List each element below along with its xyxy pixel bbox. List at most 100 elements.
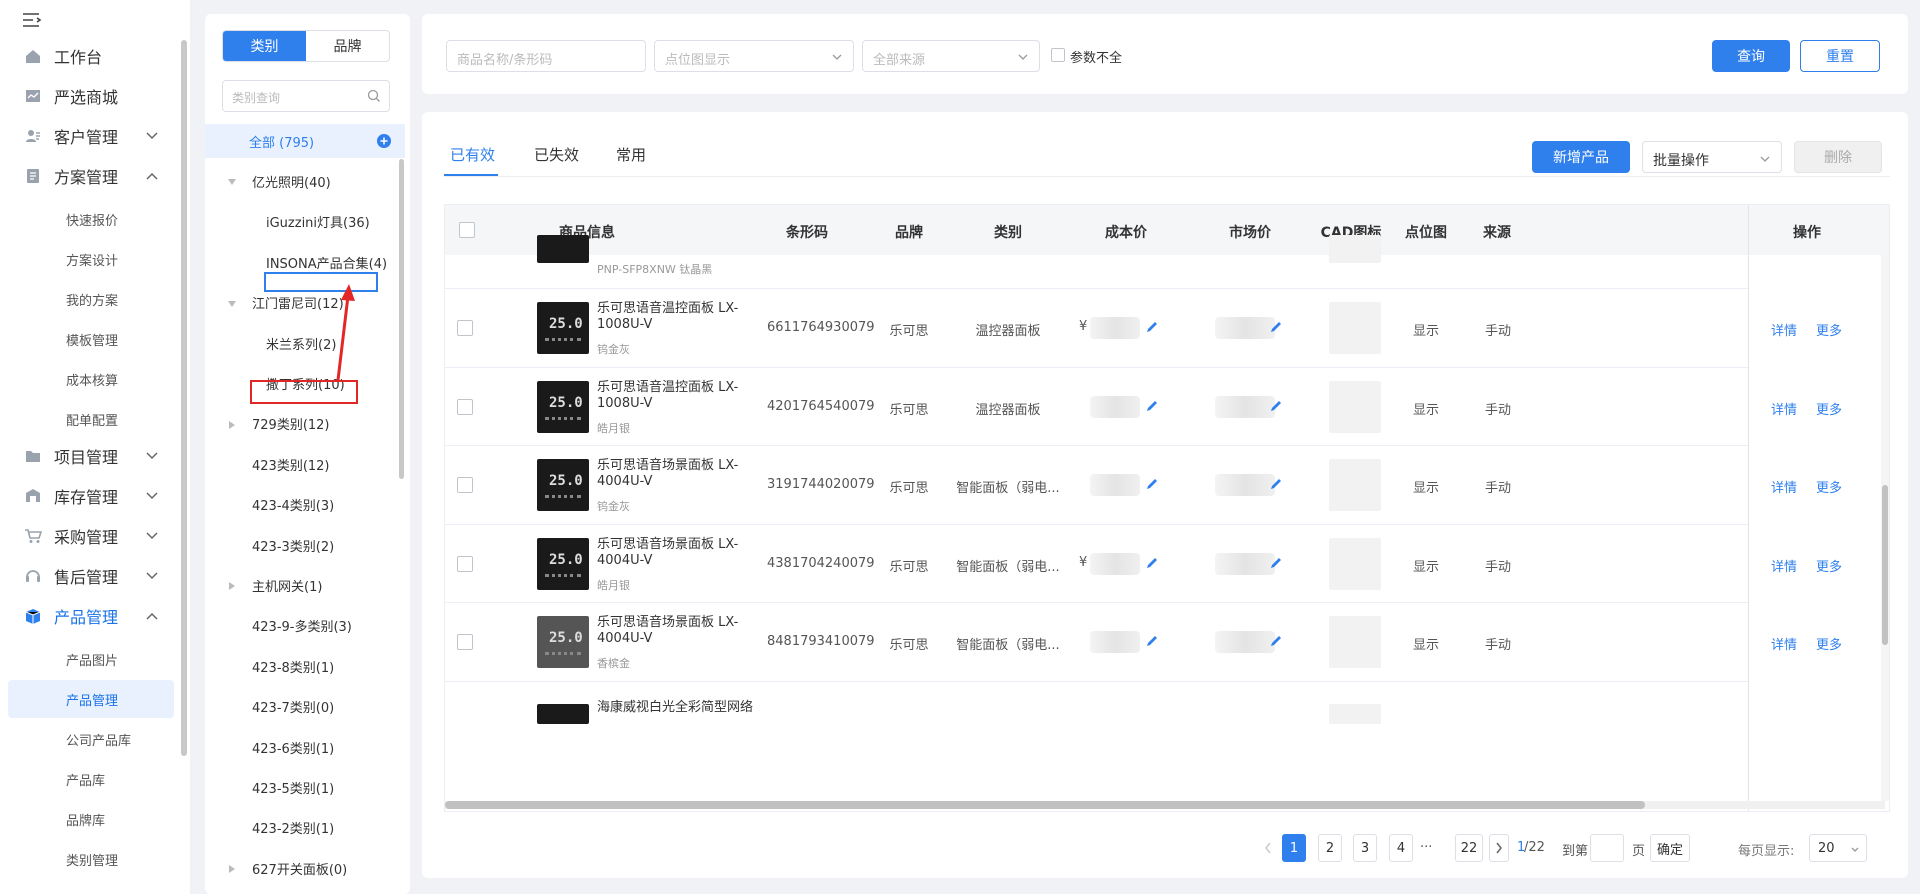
edit-icon[interactable]	[1145, 556, 1159, 570]
row-checkbox[interactable]	[457, 555, 473, 572]
category-tree-item[interactable]: 亿光照明(40)	[205, 164, 405, 198]
nav-item-cart[interactable]: 采购管理	[0, 520, 180, 552]
reset-button[interactable]: 重置	[1800, 40, 1880, 72]
category-tree-item[interactable]: 423-3类别(2)	[205, 528, 405, 562]
row-checkbox[interactable]	[457, 634, 473, 650]
product-name-input[interactable]: 商品名称/条形码	[446, 40, 646, 72]
row-checkbox[interactable]	[457, 398, 473, 415]
tab-active[interactable]: 已有效	[450, 144, 495, 165]
add-category-icon[interactable]	[377, 134, 391, 148]
page-button[interactable]: 1	[1282, 834, 1306, 862]
category-tree-item[interactable]: 423-7类别(0)	[205, 690, 405, 724]
nav-subitem[interactable]: 产品库	[8, 760, 174, 798]
product-name[interactable]: 乐可思语音场景面板 LX-4004U-V	[597, 537, 747, 569]
batch-operation-select[interactable]: 批量操作	[1642, 141, 1782, 173]
more-link[interactable]: 更多	[1816, 320, 1842, 339]
more-link[interactable]: 更多	[1816, 399, 1842, 418]
edit-icon[interactable]	[1269, 399, 1283, 413]
next-page-button[interactable]	[1489, 834, 1509, 862]
product-name[interactable]: 海康威视白光全彩简型网络	[597, 696, 753, 715]
category-tree-item[interactable]: 全部 (795)	[205, 124, 405, 158]
nav-subitem[interactable]: 成本核算	[8, 360, 174, 398]
category-tree-item[interactable]: iGuzzini灯具(36)	[205, 205, 405, 239]
category-tree-item[interactable]: 主机网关(1)	[205, 568, 405, 602]
tab-common[interactable]: 常用	[616, 144, 646, 165]
table-horizontal-scroll-thumb[interactable]	[445, 801, 1645, 809]
page-button[interactable]: 22	[1455, 834, 1483, 862]
nav-subitem[interactable]: 品牌库	[8, 800, 174, 838]
delete-button[interactable]: 删除	[1794, 141, 1882, 173]
detail-link[interactable]: 详情	[1771, 634, 1797, 653]
row-checkbox[interactable]	[457, 477, 473, 493]
nav-subitem[interactable]: 模板管理	[8, 320, 174, 358]
table-vertical-scroll-thumb[interactable]	[1882, 485, 1888, 645]
tab-brand[interactable]: 品牌	[306, 31, 389, 61]
nav-subitem[interactable]: 产品图片	[8, 640, 174, 678]
edit-icon[interactable]	[1269, 634, 1283, 648]
caret-right-icon[interactable]	[227, 863, 237, 874]
more-link[interactable]: 更多	[1816, 477, 1842, 496]
nav-item-plan[interactable]: 方案管理	[0, 160, 180, 192]
incomplete-params-checkbox[interactable]	[1051, 48, 1065, 62]
detail-link[interactable]: 详情	[1771, 556, 1797, 575]
caret-right-icon[interactable]	[227, 419, 237, 429]
menu-collapse-icon[interactable]	[22, 12, 44, 28]
product-name[interactable]: 乐可思语音场景面板 LX-4004U-V	[597, 458, 747, 490]
point-display-select[interactable]: 点位图显示	[654, 40, 854, 72]
category-tree-item[interactable]: 423-8类别(1)	[205, 649, 405, 683]
more-link[interactable]: 更多	[1816, 556, 1842, 575]
nav-subitem[interactable]: 方案设计	[8, 240, 174, 278]
source-select[interactable]: 全部来源	[862, 40, 1040, 72]
category-tree-item[interactable]: 423-4类别(3)	[205, 488, 405, 522]
search-icon[interactable]	[367, 89, 381, 103]
nav-item-box[interactable]: 产品管理	[0, 600, 180, 632]
category-search-input[interactable]: 类别查询	[222, 80, 390, 112]
more-link[interactable]: 更多	[1816, 634, 1842, 653]
tab-category[interactable]: 类别	[223, 31, 306, 61]
nav-item-home[interactable]: 工作台	[0, 40, 180, 72]
nav-subitem[interactable]: 我的方案	[8, 280, 174, 318]
category-scrollbar[interactable]	[399, 159, 404, 479]
nav-subitem[interactable]: 公司产品库	[8, 720, 174, 758]
caret-right-icon[interactable]	[227, 580, 237, 591]
nav-subitem[interactable]: 产品管理	[8, 680, 174, 718]
nav-item-mall[interactable]: 严选商城	[0, 80, 180, 112]
category-tree-item[interactable]: 423类别(12)	[205, 447, 405, 481]
edit-icon[interactable]	[1145, 477, 1159, 491]
nav-item-folder[interactable]: 项目管理	[0, 440, 180, 472]
page-button[interactable]: 4	[1389, 834, 1413, 862]
nav-item-user[interactable]: 客户管理	[0, 120, 180, 152]
page-button[interactable]: 3	[1353, 834, 1377, 862]
category-tree-item[interactable]: 423-5类别(1)	[205, 770, 405, 804]
edit-icon[interactable]	[1145, 399, 1159, 413]
detail-link[interactable]: 详情	[1771, 399, 1797, 418]
tab-expired[interactable]: 已失效	[534, 144, 579, 165]
table-horizontal-scrollbar[interactable]	[445, 801, 1885, 809]
category-tree-item[interactable]: 729类别(12)	[205, 407, 405, 441]
detail-link[interactable]: 详情	[1771, 477, 1797, 496]
edit-icon[interactable]	[1145, 634, 1159, 648]
category-tree-item[interactable]: 423-6类别(1)	[205, 730, 405, 764]
caret-down-icon[interactable]	[227, 176, 237, 186]
product-name[interactable]: 乐可思语音温控面板 LX-1008U-V	[597, 301, 747, 333]
table-vertical-scrollbar[interactable]	[1881, 255, 1889, 801]
edit-icon[interactable]	[1269, 477, 1283, 491]
query-button[interactable]: 查询	[1712, 40, 1790, 72]
new-product-button[interactable]: 新增产品	[1532, 141, 1630, 173]
category-tree-item[interactable]: 米兰系列(2)	[205, 326, 405, 360]
nav-subitem[interactable]: 类别管理	[8, 840, 174, 878]
nav-subitem[interactable]: 快速报价	[8, 200, 174, 238]
page-button[interactable]: 2	[1318, 834, 1342, 862]
row-checkbox[interactable]	[457, 320, 473, 336]
detail-link[interactable]: 详情	[1771, 320, 1797, 339]
edit-icon[interactable]	[1269, 556, 1283, 570]
category-tree-item[interactable]: 627开关面板(0)	[205, 851, 405, 885]
nav-item-inventory[interactable]: 库存管理	[0, 480, 180, 512]
edit-icon[interactable]	[1145, 320, 1159, 334]
nav-subitem[interactable]: 配单配置	[8, 400, 174, 438]
caret-down-icon[interactable]	[227, 298, 237, 308]
prev-page-button[interactable]	[1256, 834, 1280, 862]
category-tree-item[interactable]: 423-2类别(1)	[205, 811, 405, 845]
nav-item-headset[interactable]: 售后管理	[0, 560, 180, 592]
per-page-select[interactable]: 20	[1809, 834, 1867, 862]
